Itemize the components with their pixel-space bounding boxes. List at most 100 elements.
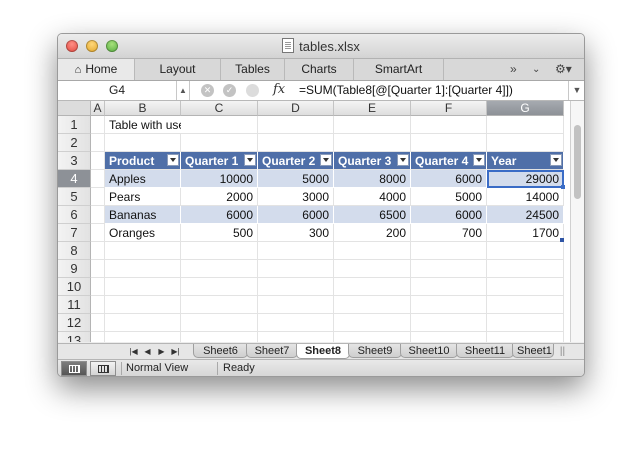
grid-cell[interactable]: [411, 116, 487, 134]
grid-cell[interactable]: [487, 296, 564, 314]
table-header-cell[interactable]: Quarter 4: [411, 152, 487, 170]
row-header[interactable]: 3: [58, 152, 91, 170]
table-value-cell[interactable]: 200: [334, 224, 411, 242]
fx-icon[interactable]: fx: [273, 82, 285, 97]
table-value-cell[interactable]: 2000: [181, 188, 258, 206]
grid-cell[interactable]: [91, 170, 105, 188]
table-value-cell[interactable]: 4000: [334, 188, 411, 206]
grid-cell[interactable]: [105, 332, 181, 342]
cancel-formula-icon[interactable]: ✕: [201, 84, 214, 97]
grid-cell[interactable]: [258, 314, 334, 332]
formula-expand-icon[interactable]: ▼: [568, 81, 584, 100]
grid-cell[interactable]: [258, 242, 334, 260]
vertical-scroll-thumb[interactable]: [574, 125, 581, 199]
row-header[interactable]: 11: [58, 296, 91, 314]
column-header-d[interactable]: D: [258, 101, 334, 116]
grid-cell[interactable]: [487, 260, 564, 278]
row-header[interactable]: 5: [58, 188, 91, 206]
grid-cell[interactable]: [334, 278, 411, 296]
table-header-cell[interactable]: Quarter 1: [181, 152, 258, 170]
sheet-tab-sheet1[interactable]: Sheet1: [512, 344, 554, 358]
tab-home[interactable]: ⌂ Home: [58, 59, 135, 80]
grid-cell[interactable]: [411, 278, 487, 296]
table-header-cell[interactable]: Quarter 2: [258, 152, 334, 170]
table-header-cell[interactable]: Year: [487, 152, 564, 170]
table-value-cell[interactable]: 6000: [411, 206, 487, 224]
grid-cell[interactable]: [487, 314, 564, 332]
tab-splitter-icon[interactable]: ||: [557, 344, 568, 359]
table-value-cell[interactable]: 700: [411, 224, 487, 242]
grid-cell[interactable]: [181, 314, 258, 332]
table-value-cell[interactable]: 5000: [411, 188, 487, 206]
last-sheet-icon[interactable]: ▶|: [170, 344, 181, 359]
table-value-cell[interactable]: 6500: [334, 206, 411, 224]
name-box-stepper-icon[interactable]: ▲: [177, 81, 190, 100]
grid-cell[interactable]: [181, 296, 258, 314]
table-product-cell[interactable]: Oranges: [105, 224, 181, 242]
grid-cell[interactable]: [258, 116, 334, 134]
table-value-cell[interactable]: 6000: [258, 206, 334, 224]
row-header[interactable]: 4: [58, 170, 91, 188]
tab-layout[interactable]: Layout: [135, 59, 221, 80]
grid-cell[interactable]: [91, 134, 105, 152]
table-value-cell[interactable]: 24500: [487, 206, 564, 224]
grid-cell[interactable]: [334, 134, 411, 152]
first-sheet-icon[interactable]: |◀: [128, 344, 139, 359]
tab-tables[interactable]: Tables: [221, 59, 285, 80]
grid-cell[interactable]: [411, 260, 487, 278]
sheet-tab-sheet6[interactable]: Sheet6: [193, 344, 248, 358]
previous-sheet-icon[interactable]: ◀: [142, 344, 153, 359]
grid-cell[interactable]: [487, 134, 564, 152]
row-header[interactable]: 8: [58, 242, 91, 260]
double-chevron-right-icon[interactable]: »: [510, 59, 517, 80]
table-value-cell[interactable]: 10000: [181, 170, 258, 188]
grid-cell[interactable]: [91, 188, 105, 206]
table-value-cell[interactable]: 3000: [258, 188, 334, 206]
grid-cell[interactable]: [105, 260, 181, 278]
grid-cell[interactable]: [181, 332, 258, 342]
chevron-down-icon[interactable]: ⌄: [532, 59, 540, 80]
row-header[interactable]: 9: [58, 260, 91, 278]
grid-cell[interactable]: [334, 260, 411, 278]
sheet-tab-sheet11[interactable]: Sheet11: [456, 344, 514, 358]
vertical-scrollbar[interactable]: [570, 101, 584, 342]
next-sheet-icon[interactable]: ▶: [156, 344, 167, 359]
grid-cell[interactable]: [411, 296, 487, 314]
column-header-g[interactable]: G: [487, 101, 564, 116]
sheet-tab-sheet8[interactable]: Sheet8: [296, 344, 350, 359]
filter-dropdown-icon[interactable]: [167, 154, 179, 166]
grid-cell[interactable]: [411, 242, 487, 260]
filter-dropdown-icon[interactable]: [397, 154, 409, 166]
grid-cell[interactable]: [91, 314, 105, 332]
column-header-f[interactable]: F: [411, 101, 487, 116]
grid-cell[interactable]: [411, 314, 487, 332]
grid-cell[interactable]: [91, 116, 105, 134]
table-product-cell[interactable]: Bananas: [105, 206, 181, 224]
row-header[interactable]: 2: [58, 134, 91, 152]
table-value-cell[interactable]: 8000: [334, 170, 411, 188]
formula-input[interactable]: =SUM(Table8[@[Quarter 1]:[Quarter 4]]): [299, 81, 513, 100]
table-header-cell[interactable]: Quarter 3: [334, 152, 411, 170]
table-value-cell[interactable]: 14000: [487, 188, 564, 206]
grid-cell[interactable]: [334, 332, 411, 342]
tab-charts[interactable]: Charts: [285, 59, 354, 80]
table-header-cell[interactable]: Product: [105, 152, 181, 170]
grid-cell[interactable]: [181, 260, 258, 278]
fill-handle[interactable]: [561, 185, 565, 189]
table-resize-handle[interactable]: [560, 238, 564, 242]
row-header[interactable]: 6: [58, 206, 91, 224]
sheet-tab-sheet9[interactable]: Sheet9: [348, 344, 402, 358]
page-layout-view-button[interactable]: [90, 361, 116, 376]
table-value-cell[interactable]: 300: [258, 224, 334, 242]
grid-cell[interactable]: [181, 278, 258, 296]
grid-cell[interactable]: [91, 224, 105, 242]
table-product-cell[interactable]: Apples: [105, 170, 181, 188]
grid-cell[interactable]: [181, 134, 258, 152]
grid-cell[interactable]: [334, 314, 411, 332]
table-value-cell[interactable]: 500: [181, 224, 258, 242]
column-header-e[interactable]: E: [334, 101, 411, 116]
grid-cell[interactable]: [91, 332, 105, 342]
name-box[interactable]: G4: [58, 81, 177, 100]
grid-cell[interactable]: [258, 260, 334, 278]
gear-icon[interactable]: ⚙▾: [555, 59, 572, 80]
